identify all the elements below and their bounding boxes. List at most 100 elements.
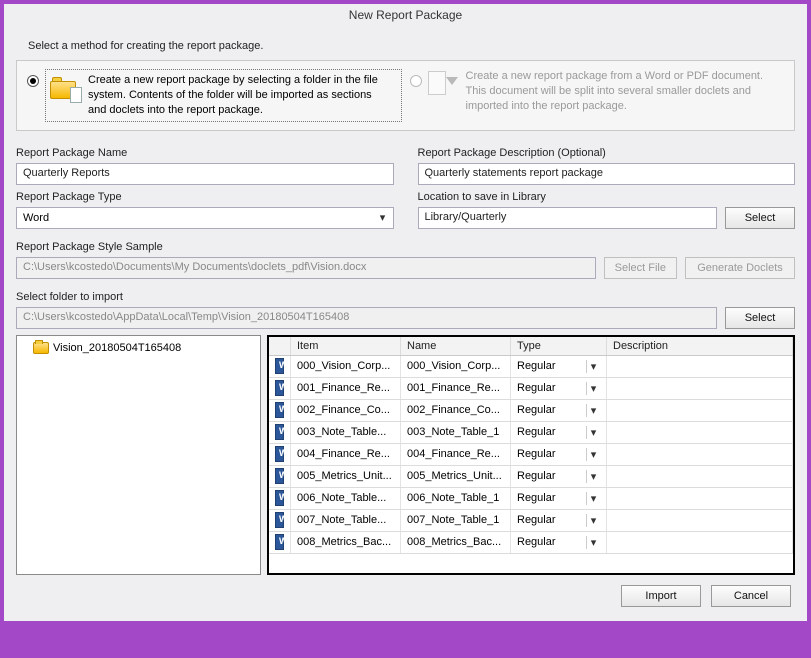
label-location: Location to save in Library: [418, 191, 796, 203]
select-type-value: Word: [23, 212, 49, 224]
input-location[interactable]: Library/Quarterly: [418, 207, 718, 229]
method-folder-frame: Create a new report package by selecting…: [45, 69, 402, 122]
cell-desc[interactable]: [607, 400, 793, 421]
table-row[interactable]: 003_Note_Table...003_Note_Table_1Regular…: [269, 422, 793, 444]
table-row[interactable]: 000_Vision_Corp...000_Vision_Corp...Regu…: [269, 356, 793, 378]
dialog-window: New Report Package Select a method for c…: [3, 3, 808, 622]
cell-name[interactable]: 004_Finance_Re...: [401, 444, 511, 465]
cell-icon: [269, 532, 291, 553]
grid-header: Item Name Type Description: [269, 337, 793, 356]
generate-doclets-button: Generate Doclets: [685, 257, 795, 279]
method-document-text: Create a new report package from a Word …: [466, 69, 785, 114]
cell-type[interactable]: Regular▾: [511, 400, 607, 421]
intro-text: Select a method for creating the report …: [28, 40, 795, 52]
word-icon: [275, 380, 284, 396]
chevron-down-icon[interactable]: ▾: [586, 426, 600, 439]
table-row[interactable]: 005_Metrics_Unit...005_Metrics_Unit...Re…: [269, 466, 793, 488]
chevron-down-icon[interactable]: ▾: [586, 536, 600, 549]
col-item[interactable]: Item: [291, 337, 401, 355]
cell-item[interactable]: 001_Finance_Re...: [291, 378, 401, 399]
col-icon[interactable]: [269, 337, 291, 355]
cell-type[interactable]: Regular▾: [511, 488, 607, 509]
col-desc[interactable]: Description: [607, 337, 793, 355]
cell-name[interactable]: 007_Note_Table_1: [401, 510, 511, 531]
cancel-button[interactable]: Cancel: [711, 585, 791, 607]
cell-item[interactable]: 003_Note_Table...: [291, 422, 401, 443]
input-desc[interactable]: Quarterly statements report package: [418, 163, 796, 185]
chevron-down-icon[interactable]: ▾: [586, 448, 600, 461]
cell-name[interactable]: 008_Metrics_Bac...: [401, 532, 511, 553]
cell-icon: [269, 356, 291, 377]
table-row[interactable]: 002_Finance_Co...002_Finance_Co...Regula…: [269, 400, 793, 422]
input-name[interactable]: Quarterly Reports: [16, 163, 394, 185]
cell-type[interactable]: Regular▾: [511, 422, 607, 443]
method-document: Create a new report package from a Word …: [410, 69, 785, 122]
table-row[interactable]: 007_Note_Table...007_Note_Table_1Regular…: [269, 510, 793, 532]
radio-document: [410, 75, 422, 87]
radio-folder[interactable]: [27, 75, 39, 87]
cell-name[interactable]: 000_Vision_Corp...: [401, 356, 511, 377]
cell-item[interactable]: 008_Metrics_Bac...: [291, 532, 401, 553]
input-style: C:\Users\kcostedo\Documents\My Documents…: [16, 257, 596, 279]
import-button[interactable]: Import: [621, 585, 701, 607]
label-name: Report Package Name: [16, 147, 394, 159]
word-icon: [275, 446, 284, 462]
doclet-grid: Item Name Type Description 000_Vision_Co…: [267, 335, 795, 575]
table-row[interactable]: 001_Finance_Re...001_Finance_Re...Regula…: [269, 378, 793, 400]
col-type[interactable]: Type: [511, 337, 607, 355]
cell-type[interactable]: Regular▾: [511, 466, 607, 487]
cell-desc[interactable]: [607, 466, 793, 487]
cell-item[interactable]: 004_Finance_Re...: [291, 444, 401, 465]
select-location-button[interactable]: Select: [725, 207, 795, 229]
tree-root-label: Vision_20180504T165408: [53, 342, 181, 354]
cell-item[interactable]: 002_Finance_Co...: [291, 400, 401, 421]
cell-name[interactable]: 003_Note_Table_1: [401, 422, 511, 443]
cell-desc[interactable]: [607, 532, 793, 553]
select-type[interactable]: Word ▾: [16, 207, 394, 229]
name-desc-row: Report Package Name Quarterly Reports Re…: [16, 145, 795, 229]
cell-item[interactable]: 000_Vision_Corp...: [291, 356, 401, 377]
label-style: Report Package Style Sample: [16, 241, 795, 253]
cell-icon: [269, 444, 291, 465]
method-folder-text: Create a new report package by selecting…: [88, 73, 397, 118]
cell-name[interactable]: 001_Finance_Re...: [401, 378, 511, 399]
table-row[interactable]: 004_Finance_Re...004_Finance_Re...Regula…: [269, 444, 793, 466]
cell-name[interactable]: 005_Metrics_Unit...: [401, 466, 511, 487]
cell-type[interactable]: Regular▾: [511, 444, 607, 465]
tree-root-item[interactable]: Vision_20180504T165408: [23, 340, 254, 356]
cell-name[interactable]: 006_Note_Table_1: [401, 488, 511, 509]
cell-desc[interactable]: [607, 378, 793, 399]
cell-desc[interactable]: [607, 422, 793, 443]
cell-item[interactable]: 005_Metrics_Unit...: [291, 466, 401, 487]
chevron-down-icon[interactable]: ▾: [586, 470, 600, 483]
cell-desc[interactable]: [607, 356, 793, 377]
folder-tree[interactable]: Vision_20180504T165408: [16, 335, 261, 575]
folder-icon: [33, 342, 49, 354]
cell-type[interactable]: Regular▾: [511, 532, 607, 553]
table-row[interactable]: 008_Metrics_Bac...008_Metrics_Bac...Regu…: [269, 532, 793, 554]
cell-item[interactable]: 007_Note_Table...: [291, 510, 401, 531]
label-folder: Select folder to import: [16, 291, 795, 303]
cell-desc[interactable]: [607, 444, 793, 465]
chevron-down-icon[interactable]: ▾: [586, 382, 600, 395]
dialog-footer: Import Cancel: [16, 575, 795, 611]
cell-type[interactable]: Regular▾: [511, 510, 607, 531]
cell-name[interactable]: 002_Finance_Co...: [401, 400, 511, 421]
chevron-down-icon[interactable]: ▾: [586, 514, 600, 527]
chevron-down-icon[interactable]: ▾: [586, 404, 600, 417]
cell-desc[interactable]: [607, 510, 793, 531]
folder-icon: [50, 75, 82, 103]
cell-desc[interactable]: [607, 488, 793, 509]
chevron-down-icon[interactable]: ▾: [586, 492, 600, 505]
chevron-down-icon[interactable]: ▾: [586, 360, 600, 373]
col-name[interactable]: Name: [401, 337, 511, 355]
cell-icon: [269, 422, 291, 443]
select-folder-button[interactable]: Select: [725, 307, 795, 329]
table-row[interactable]: 006_Note_Table...006_Note_Table_1Regular…: [269, 488, 793, 510]
cell-item[interactable]: 006_Note_Table...: [291, 488, 401, 509]
cell-type[interactable]: Regular▾: [511, 356, 607, 377]
label-type: Report Package Type: [16, 191, 394, 203]
method-folder[interactable]: Create a new report package by selecting…: [27, 69, 402, 122]
cell-type[interactable]: Regular▾: [511, 378, 607, 399]
cell-icon: [269, 400, 291, 421]
